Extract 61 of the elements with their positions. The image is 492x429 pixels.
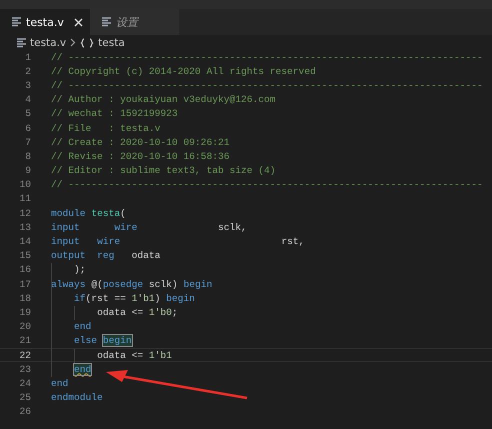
code-line: else begin bbox=[73, 335, 132, 346]
breadcrumb-item[interactable]: testa bbox=[98, 36, 125, 48]
line-number: 21 bbox=[18, 335, 31, 346]
tab-label: testa.v bbox=[26, 16, 64, 28]
line-number: 8 bbox=[24, 150, 31, 162]
line-number: 14 bbox=[18, 236, 31, 248]
code-line: // File : testa.v bbox=[51, 122, 160, 134]
line-number: 7 bbox=[24, 136, 31, 148]
code-line: if(rst == 1'b1) begin bbox=[73, 292, 195, 304]
file-icon bbox=[12, 17, 21, 27]
line-number: 17 bbox=[18, 278, 31, 290]
editor-tab[interactable]: 设置 bbox=[90, 9, 179, 35]
line-number: 5 bbox=[24, 108, 31, 120]
code-line: module testa( bbox=[51, 208, 126, 219]
code-line: // Editor : sublime text3, tab size (4) bbox=[51, 165, 276, 176]
line-number: 19 bbox=[18, 306, 31, 318]
line-number: 2 bbox=[24, 66, 31, 77]
code-line: // wechat : 1592199923 bbox=[51, 108, 178, 120]
line-number: 18 bbox=[18, 292, 31, 304]
code-line: // ------------------------------------------------------------------------ bbox=[51, 52, 483, 63]
code-line: end bbox=[51, 378, 68, 389]
code-line: odata <= 1'b0; bbox=[96, 306, 178, 318]
code-line: // Revise : 2020-10-10 16:58:36 bbox=[51, 150, 230, 162]
code-line: ); bbox=[73, 264, 86, 276]
code-line: // Create : 2020-10-10 09:26:21 bbox=[51, 136, 230, 148]
chevron-icon bbox=[70, 38, 76, 47]
line-number: 3 bbox=[24, 80, 31, 91]
code-line: end bbox=[73, 321, 92, 332]
line-number: 12 bbox=[18, 208, 31, 219]
line-number: 16 bbox=[18, 264, 31, 276]
code-line: endmodule bbox=[51, 392, 103, 404]
code-line: input wire sclk, bbox=[51, 222, 247, 233]
code-line: always @(posedge sclk) begin bbox=[51, 278, 212, 290]
line-number: 10 bbox=[18, 179, 31, 190]
line-number: 24 bbox=[18, 378, 31, 389]
line-number: 20 bbox=[18, 321, 31, 332]
code-line: odata <= 1'b1 bbox=[96, 350, 172, 361]
breadcrumb-item[interactable]: testa.v bbox=[30, 36, 66, 48]
code-line: // Author : youkaiyuan v3eduyky@126.com bbox=[51, 94, 276, 106]
file-icon bbox=[102, 17, 111, 27]
line-number: 15 bbox=[18, 250, 31, 262]
close-icon[interactable] bbox=[74, 18, 83, 26]
code-line: // ------------------------------------------------------------------------ bbox=[51, 179, 483, 190]
code-line: output reg odata bbox=[51, 250, 160, 262]
file-icon bbox=[17, 38, 26, 48]
line-number: 6 bbox=[24, 122, 31, 134]
code-line: input wire rst, bbox=[51, 236, 304, 248]
line-number: 22 bbox=[18, 350, 31, 361]
tab-label: 设置 bbox=[116, 14, 138, 30]
editor-tab[interactable]: testa.v bbox=[0, 9, 90, 35]
line-number: 25 bbox=[18, 392, 31, 404]
line-number: 11 bbox=[18, 193, 31, 204]
line-number: 23 bbox=[18, 364, 31, 375]
code-line: // ------------------------------------------------------------------------ bbox=[51, 80, 483, 91]
line-number: 4 bbox=[24, 94, 31, 106]
braces-icon bbox=[80, 38, 94, 48]
line-number: 9 bbox=[24, 165, 31, 176]
line-number: 26 bbox=[18, 406, 31, 418]
line-number: 13 bbox=[18, 222, 31, 233]
line-number: 1 bbox=[24, 52, 31, 63]
code-line: // Copyright (c) 2014-2020 All rights reserved bbox=[51, 66, 316, 77]
